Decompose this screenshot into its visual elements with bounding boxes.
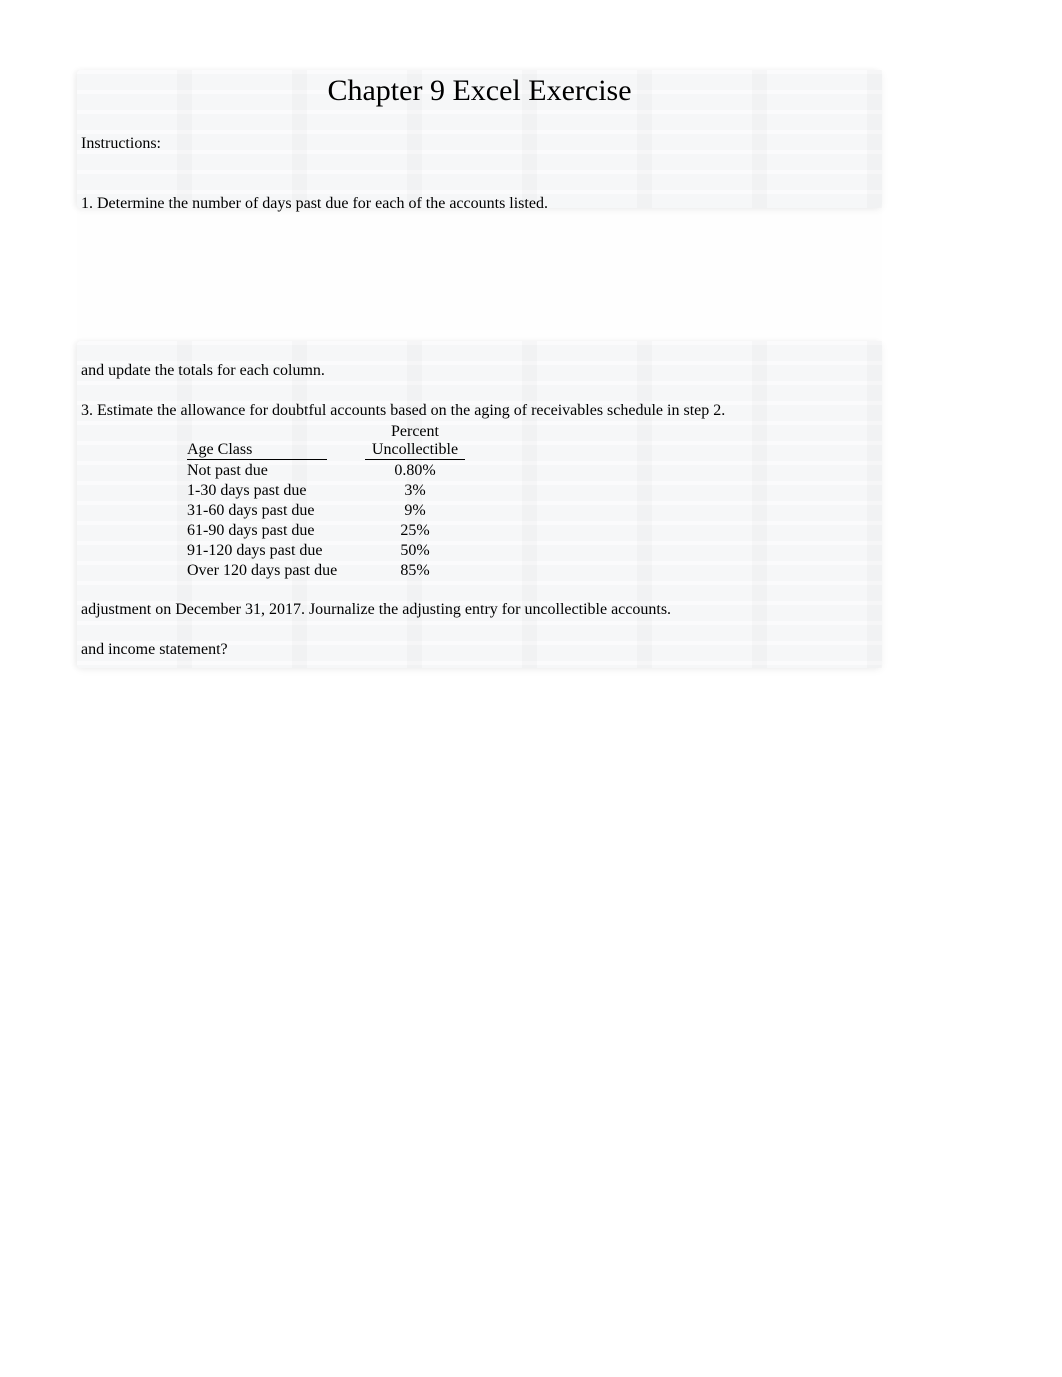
age-class-pct: 85% (363, 560, 467, 580)
age-class-label: 31-60 days past due (187, 500, 363, 520)
table-row: Over 120 days past due 85% (187, 560, 467, 580)
step-3: 3. Estimate the allowance for doubtful a… (77, 401, 882, 421)
shaded-block-bottom: and update the totals for each column. 3… (77, 341, 882, 668)
table-row: 61-90 days past due 25% (187, 520, 467, 540)
age-class-label: 91-120 days past due (187, 540, 363, 560)
age-class-pct: 3% (363, 480, 467, 500)
age-class-label: 1-30 days past due (187, 480, 363, 500)
table-row: Not past due 0.80% (187, 460, 467, 480)
step-1: 1. Determine the number of days past due… (77, 194, 882, 214)
line-adjustment: adjustment on December 31, 2017. Journal… (77, 600, 882, 620)
age-class-label: 61-90 days past due (187, 520, 363, 540)
aging-table: Age Class Percent Uncollectible Not past… (187, 423, 882, 580)
table-row: 91-120 days past due 50% (187, 540, 467, 560)
line-update-totals: and update the totals for each column. (77, 361, 882, 381)
document-title: Chapter 9 Excel Exercise (77, 70, 882, 114)
age-class-label: Over 120 days past due (187, 560, 363, 580)
shaded-block-top: Chapter 9 Excel Exercise Instructions: 1… (77, 70, 882, 208)
header-age-class: Age Class (187, 423, 363, 460)
header-percent-uncollectible: Percent Uncollectible (363, 423, 467, 460)
table-row: 31-60 days past due 9% (187, 500, 467, 520)
line-income-statement: and income statement? (77, 640, 882, 660)
age-class-label: Not past due (187, 460, 363, 480)
instructions-label: Instructions: (77, 134, 882, 154)
age-class-pct: 50% (363, 540, 467, 560)
age-class-pct: 0.80% (363, 460, 467, 480)
table-row: 1-30 days past due 3% (187, 480, 467, 500)
age-class-pct: 25% (363, 520, 467, 540)
age-class-pct: 9% (363, 500, 467, 520)
